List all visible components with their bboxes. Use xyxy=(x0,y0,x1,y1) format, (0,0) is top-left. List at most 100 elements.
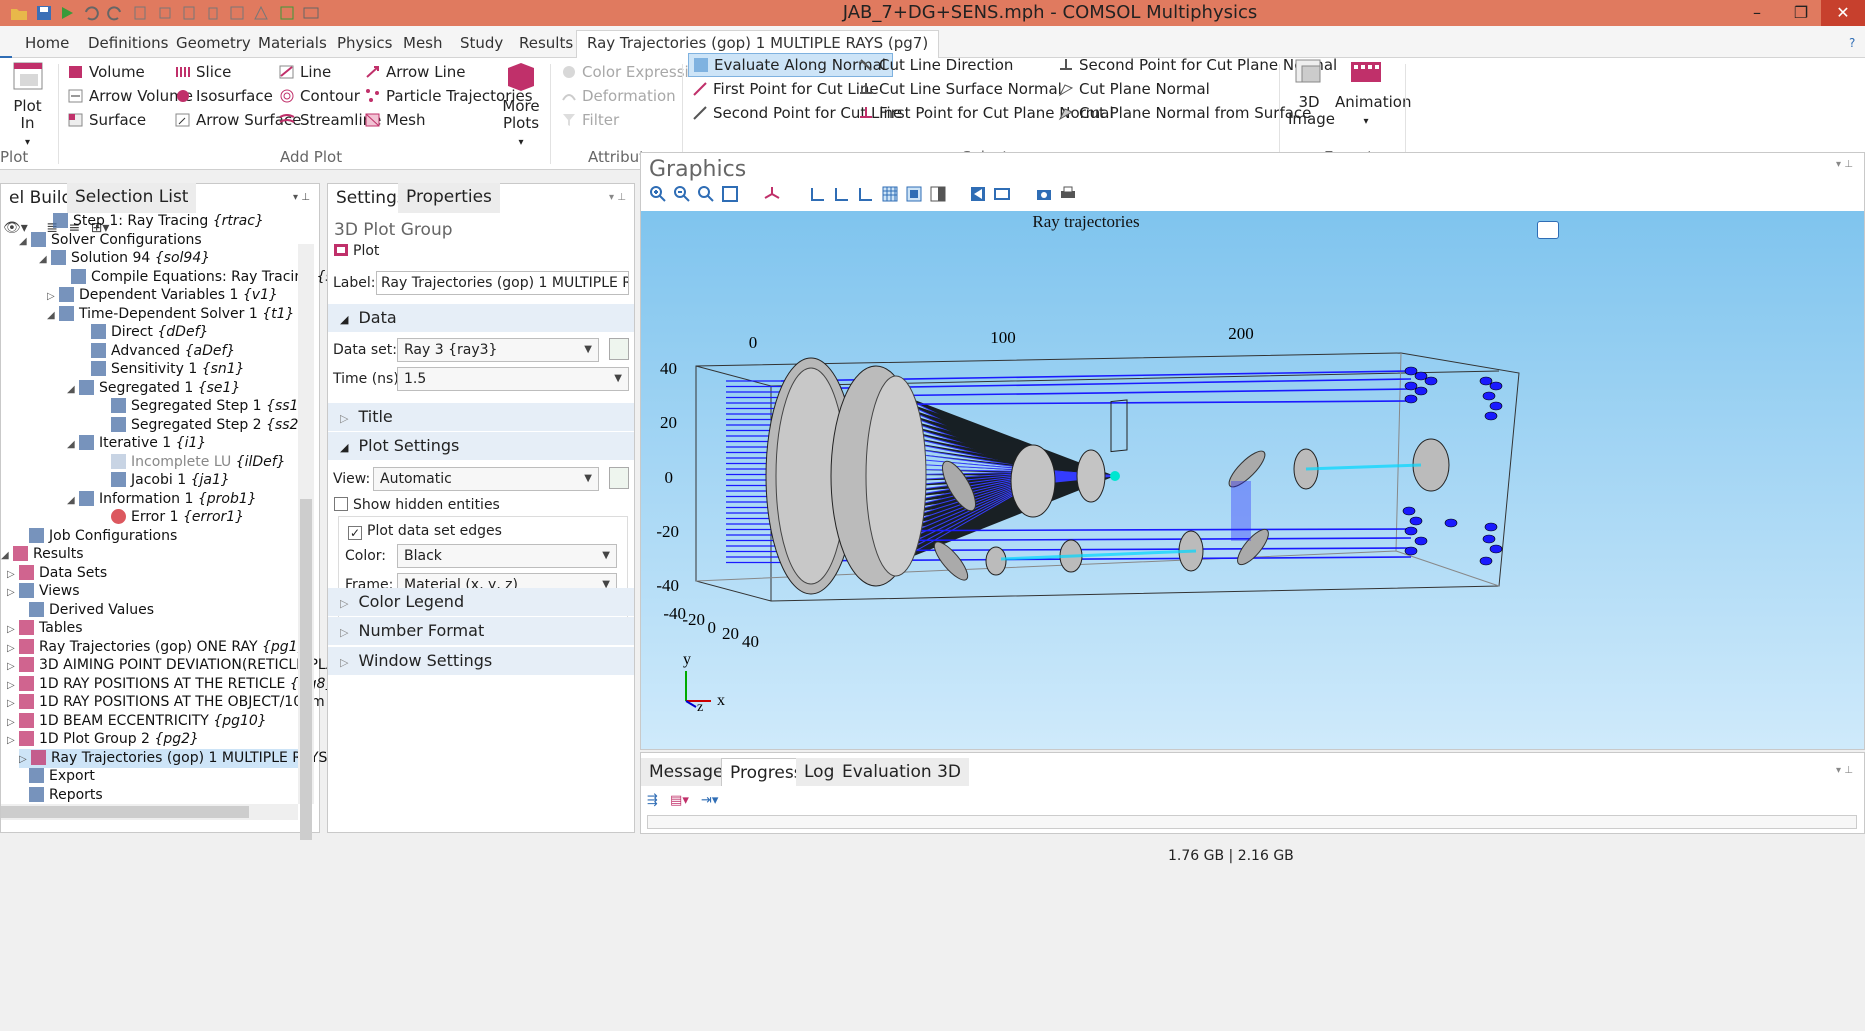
color-expression-button[interactable]: Color Expression xyxy=(561,52,707,81)
label-input[interactable]: Ray Trajectories (gop) 1 MULTIPLE RAYS xyxy=(376,271,629,295)
tree-item[interactable]: ▷ Views xyxy=(7,582,80,601)
tab-study[interactable]: Study xyxy=(460,31,503,58)
data-set-goto-icon[interactable] xyxy=(609,338,629,360)
expand-arrow-icon[interactable]: ▷ xyxy=(47,287,59,306)
copy-icon[interactable] xyxy=(132,4,150,22)
tab-evaluation-3d[interactable]: Evaluation 3D xyxy=(834,758,970,786)
tree-item[interactable]: ◢ Iterative 1 {i1} xyxy=(67,434,206,453)
data-set-select[interactable]: Ray 3 {ray3} ▼ xyxy=(397,338,599,362)
tree-item[interactable]: Segregated Step 2 {ss2} xyxy=(99,416,307,435)
expand-arrow-icon[interactable]: ▷ xyxy=(7,657,19,676)
cut-line-direction-button[interactable]: Cut Line Direction xyxy=(858,53,1013,77)
graphics-canvas[interactable]: Ray trajectories 0 100 200 40 20 0 -20 -… xyxy=(641,211,1864,749)
tree-item[interactable]: Segregated Step 1 {ss1} xyxy=(99,397,307,416)
view-select[interactable]: Automatic ▼ xyxy=(373,467,599,491)
mesh-icon[interactable] xyxy=(252,4,270,22)
tree-item[interactable]: ◢ Segregated 1 {se1} xyxy=(67,379,240,398)
cut-plane-normal-from-surface-button[interactable]: Cut Plane Normal from Surface xyxy=(1058,101,1311,125)
tree-item[interactable]: ▷ Ray Trajectories (gop) 1 MULTIPLE RAYS … xyxy=(19,748,376,769)
expand-arrow-icon[interactable]: ◢ xyxy=(39,250,51,269)
time-select[interactable]: 1.5 ▼ xyxy=(397,367,629,391)
expand-arrow-icon[interactable]: ◢ xyxy=(67,380,79,399)
wireframe-icon[interactable] xyxy=(905,185,923,203)
mesh-plot-button[interactable]: Mesh xyxy=(365,108,426,132)
tree-item[interactable]: Advanced {aDef} xyxy=(79,342,235,361)
line-button[interactable]: Line xyxy=(279,60,331,84)
expand-arrow-icon[interactable]: ◢ xyxy=(67,435,79,454)
tab-physics[interactable]: Physics xyxy=(337,31,392,58)
tree-item[interactable]: Error 1 {error1} xyxy=(99,508,244,527)
paste-icon[interactable] xyxy=(180,4,198,22)
tree-item[interactable]: ▷ Data Sets xyxy=(7,564,107,583)
tab-properties[interactable]: Properties xyxy=(398,183,500,213)
tree-item[interactable]: ◢ Solution 94 {sol94} xyxy=(39,249,210,268)
tab-definitions[interactable]: Definitions xyxy=(88,31,168,58)
expand-arrow-icon[interactable]: ◢ xyxy=(47,306,59,325)
tree-item[interactable]: Export xyxy=(17,767,95,786)
tree-item[interactable]: ▷ Dependent Variables 1 {v1} xyxy=(47,286,278,305)
compute-icon[interactable] xyxy=(278,4,296,22)
expand-arrow-icon[interactable]: ▷ xyxy=(7,620,19,639)
minimize-button[interactable]: – xyxy=(1735,0,1779,26)
show-frame-icon[interactable] xyxy=(993,185,1011,203)
expand-arrow-icon[interactable]: ▷ xyxy=(7,639,19,658)
help-icon[interactable]: ? xyxy=(1849,31,1855,58)
expand-arrow-icon[interactable]: ◢ xyxy=(19,232,31,251)
plot-edges-checkbox[interactable]: ✓ Plot data set edges xyxy=(348,523,502,540)
open-folder-icon[interactable] xyxy=(10,4,28,22)
tree-item[interactable]: Sensitivity 1 {sn1} xyxy=(79,360,245,379)
grid-icon[interactable] xyxy=(881,185,899,203)
print-icon[interactable] xyxy=(1059,185,1077,203)
slice-button[interactable]: Slice xyxy=(175,60,231,84)
build-icon[interactable] xyxy=(228,4,246,22)
transparency-icon[interactable] xyxy=(929,185,947,203)
tree-item[interactable]: ◢ Solver Configurations xyxy=(19,231,202,250)
duplicate-icon[interactable] xyxy=(156,4,174,22)
goto-icon[interactable]: ⇥▾ xyxy=(701,793,718,808)
section-window-settings[interactable]: ▷ Window Settings xyxy=(328,647,634,675)
volume-button[interactable]: Volume xyxy=(68,60,145,84)
zoom-extents-icon[interactable] xyxy=(721,185,739,203)
tree-item[interactable]: ◢ Time-Dependent Solver 1 {t1} xyxy=(47,305,294,324)
tree-item[interactable]: ▷ 1D BEAM ECCENTRICITY {pg10} xyxy=(7,712,267,731)
edge-color-select[interactable]: Black ▼ xyxy=(397,544,617,568)
arrow-line-button[interactable]: Arrow Line xyxy=(365,60,465,84)
expand-arrow-icon[interactable]: ▷ xyxy=(7,713,19,732)
filter-button[interactable]: Filter xyxy=(561,100,619,129)
expand-arrow-icon[interactable]: ◢ xyxy=(1,546,13,565)
save-icon[interactable] xyxy=(35,4,53,22)
zoom-out-icon[interactable] xyxy=(673,185,691,203)
show-hidden-checkbox[interactable]: Show hidden entities xyxy=(334,497,500,513)
scene-light-icon[interactable] xyxy=(969,185,987,203)
tree-item[interactable]: ▷1D RAY POSITIONS AT THE RETICLE {pg8} xyxy=(7,675,334,694)
settings-menu-icon[interactable]: ▾ ⊥ xyxy=(609,192,626,203)
cut-line-surface-normal-button[interactable]: Cut Line Surface Normal xyxy=(858,77,1062,101)
export-log-icon[interactable]: ⇶ xyxy=(647,793,658,808)
deformation-button[interactable]: Deformation xyxy=(561,76,676,105)
graphics-menu-icon[interactable]: ▾ ⊥ xyxy=(1836,159,1853,170)
3d-image-button[interactable]: 3D Image xyxy=(1288,56,1335,128)
view-zx-icon[interactable] xyxy=(857,185,875,203)
zoom-in-icon[interactable] xyxy=(649,185,667,203)
section-plot-settings[interactable]: ◢ Plot Settings xyxy=(328,432,634,460)
tree-item[interactable]: ▷ Ray Trajectories (gop) ONE RAY {pg1} xyxy=(7,638,306,657)
isosurface-button[interactable]: Isosurface xyxy=(175,84,273,108)
tab-home[interactable]: Home xyxy=(25,31,69,58)
close-button[interactable]: ✕ xyxy=(1821,0,1865,26)
plot-in-button[interactable]: Plot In ▾ xyxy=(5,60,50,151)
section-color-legend[interactable]: ▷ Color Legend xyxy=(328,588,634,616)
camera-icon[interactable] xyxy=(1035,185,1053,203)
windows-icon[interactable] xyxy=(302,4,320,22)
run-icon[interactable] xyxy=(58,4,76,22)
table-icon[interactable]: ▤▾ xyxy=(670,793,689,808)
tree-item[interactable]: Job Configurations xyxy=(17,527,177,546)
tree-item[interactable]: Direct {dDef} xyxy=(79,323,208,342)
tab-selection-list[interactable]: Selection List xyxy=(67,183,197,213)
view-yz-icon[interactable] xyxy=(833,185,851,203)
expand-arrow-icon[interactable]: ▷ xyxy=(19,750,31,769)
messages-menu-icon[interactable]: ▾ ⊥ xyxy=(1836,765,1853,776)
tab-materials[interactable]: Materials xyxy=(258,31,327,58)
axis-orientation-icon[interactable] xyxy=(763,185,781,203)
tree-item[interactable]: Derived Values xyxy=(17,601,154,620)
tree-item[interactable]: ▷ Tables xyxy=(7,619,83,638)
